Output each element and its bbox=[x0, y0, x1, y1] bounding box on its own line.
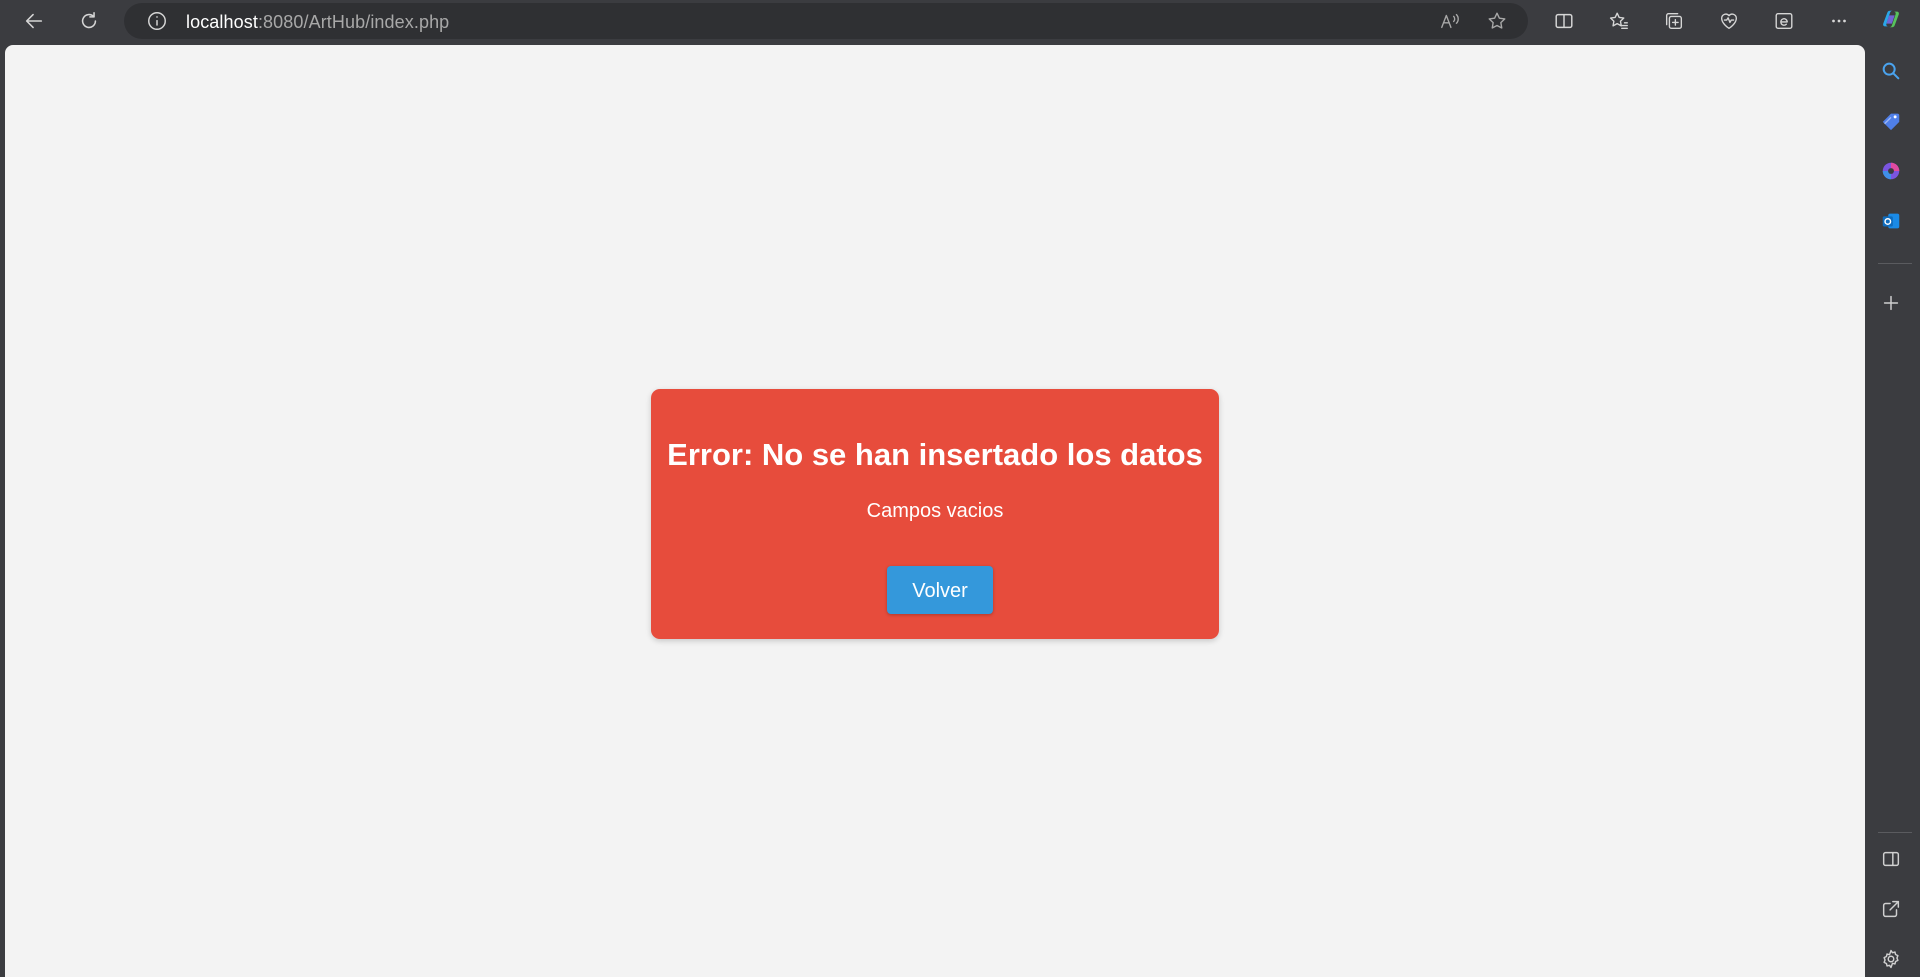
sidebar-office-button[interactable] bbox=[1876, 156, 1906, 186]
url-text[interactable]: localhost:8080/ArtHub/index.php bbox=[186, 12, 449, 33]
office-icon bbox=[1882, 162, 1900, 180]
external-link-icon bbox=[1882, 900, 1900, 918]
shopping-tag-icon bbox=[1882, 113, 1900, 131]
sidebar-add-button[interactable] bbox=[1876, 288, 1906, 318]
split-screen-button[interactable] bbox=[1547, 6, 1581, 36]
read-aloud-icon[interactable] bbox=[1439, 10, 1461, 32]
error-card: Error: No se han insertado los datos Cam… bbox=[651, 389, 1219, 639]
more-options-icon bbox=[1832, 19, 1846, 23]
refresh-icon bbox=[81, 11, 97, 29]
edge-sidebar bbox=[1865, 0, 1920, 977]
favorite-star-icon[interactable] bbox=[1486, 10, 1508, 32]
back-button-volver[interactable]: Volver bbox=[887, 566, 993, 614]
outlook-icon bbox=[1882, 213, 1900, 229]
copilot-button[interactable] bbox=[1876, 4, 1906, 34]
sidebar-shopping-button[interactable] bbox=[1876, 106, 1906, 136]
back-button[interactable] bbox=[17, 6, 51, 36]
sidebar-divider-bottom bbox=[1878, 832, 1912, 833]
url-path: :8080/ArtHub/index.php bbox=[257, 12, 450, 32]
internet-explorer-mode-icon bbox=[1775, 12, 1793, 30]
favorites-icon bbox=[1609, 12, 1628, 30]
search-icon bbox=[1882, 62, 1900, 80]
sidebar-outlook-button[interactable] bbox=[1876, 206, 1906, 236]
browser-toolbar: localhost:8080/ArtHub/index.php bbox=[0, 0, 1865, 44]
browser-essentials-icon bbox=[1720, 13, 1738, 30]
error-title: Error: No se han insertado los datos bbox=[667, 437, 1203, 472]
settings-icon bbox=[1883, 949, 1899, 969]
collections-icon bbox=[1665, 12, 1683, 30]
split-screen-icon bbox=[1555, 13, 1573, 29]
sidebar-toggle-icon bbox=[1882, 851, 1900, 867]
add-icon bbox=[1883, 295, 1899, 311]
address-bar[interactable]: localhost:8080/ArtHub/index.php bbox=[124, 3, 1528, 39]
refresh-button[interactable] bbox=[72, 6, 106, 36]
site-info-icon[interactable] bbox=[146, 10, 168, 32]
browser-essentials-button[interactable] bbox=[1712, 6, 1746, 36]
copilot-icon bbox=[1883, 10, 1899, 28]
more-options-button[interactable] bbox=[1822, 6, 1856, 36]
internet-explorer-mode-button[interactable] bbox=[1767, 6, 1801, 36]
sidebar-search-button[interactable] bbox=[1876, 56, 1906, 86]
sidebar-toggle-button[interactable] bbox=[1876, 844, 1906, 874]
back-icon bbox=[25, 13, 43, 29]
collections-button[interactable] bbox=[1657, 6, 1691, 36]
error-message: Campos vacios bbox=[866, 500, 1004, 522]
favorites-button[interactable] bbox=[1602, 6, 1636, 36]
sidebar-open-external-button[interactable] bbox=[1876, 894, 1906, 924]
page-viewport: Error: No se han insertado los datos Cam… bbox=[5, 45, 1865, 977]
sidebar-settings-button[interactable] bbox=[1876, 944, 1906, 974]
sidebar-divider bbox=[1878, 263, 1912, 264]
url-host: localhost bbox=[186, 12, 258, 32]
